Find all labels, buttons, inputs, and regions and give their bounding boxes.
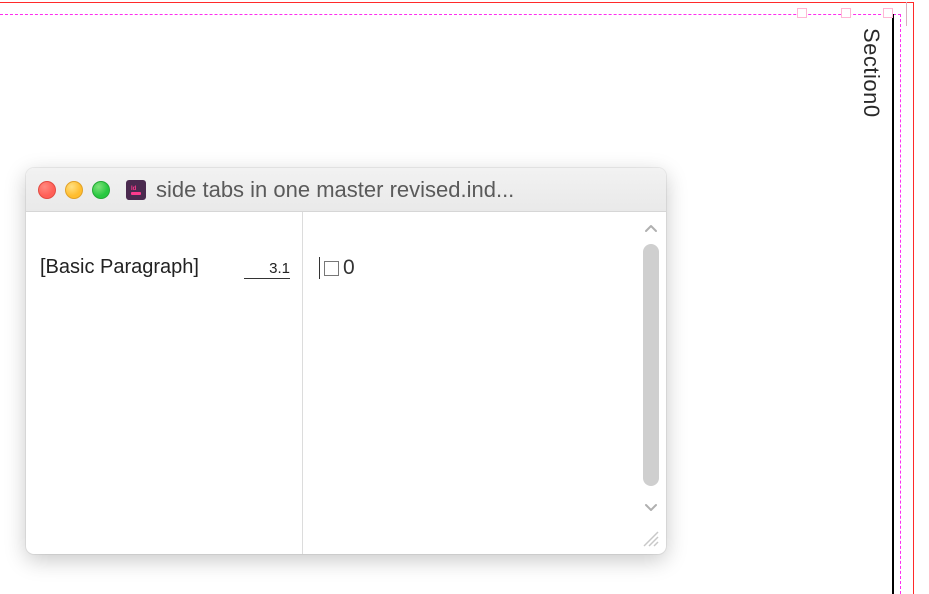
paragraph-style-depth-value: 3.1 — [244, 260, 290, 279]
anchored-object-marker-icon[interactable] — [324, 261, 339, 276]
paragraph-style-name: [Basic Paragraph] — [40, 256, 199, 279]
story-editor-window: Id side tabs in one master revised.ind..… — [26, 168, 666, 554]
window-resize-grip[interactable] — [636, 524, 662, 550]
text-caret — [319, 257, 320, 279]
window-close-button[interactable] — [38, 181, 56, 199]
scrollbar-track[interactable] — [643, 242, 659, 494]
window-traffic-lights — [38, 181, 110, 199]
frame-handle[interactable] — [883, 8, 893, 18]
vertical-scrollbar[interactable] — [638, 214, 664, 518]
scroll-up-button[interactable] — [640, 218, 662, 240]
paragraph-style-column: [Basic Paragraph] 3.1 — [26, 212, 303, 554]
window-minimize-button[interactable] — [65, 181, 83, 199]
story-editor-area[interactable]: 0 — [303, 212, 636, 554]
story-editor-body: [Basic Paragraph] 3.1 0 — [26, 212, 666, 554]
svg-text:Id: Id — [131, 186, 137, 192]
indesign-document-icon: Id — [126, 180, 146, 200]
story-text-column: 0 — [303, 212, 666, 554]
scroll-down-button[interactable] — [640, 496, 662, 518]
frame-handle[interactable] — [906, 2, 907, 26]
frame-handle[interactable] — [841, 8, 851, 18]
frame-handle[interactable] — [797, 8, 807, 18]
side-tab-label[interactable]: Section0 — [858, 28, 884, 118]
story-editor-text[interactable]: 0 — [343, 256, 355, 280]
window-titlebar[interactable]: Id side tabs in one master revised.ind..… — [26, 168, 666, 212]
window-title: side tabs in one master revised.ind... — [156, 177, 654, 203]
scrollbar-thumb[interactable] — [643, 244, 659, 486]
page-rule — [892, 14, 894, 594]
story-editor-line[interactable]: 0 — [321, 256, 626, 280]
paragraph-style-row: [Basic Paragraph] 3.1 — [40, 256, 292, 279]
window-zoom-button[interactable] — [92, 181, 110, 199]
